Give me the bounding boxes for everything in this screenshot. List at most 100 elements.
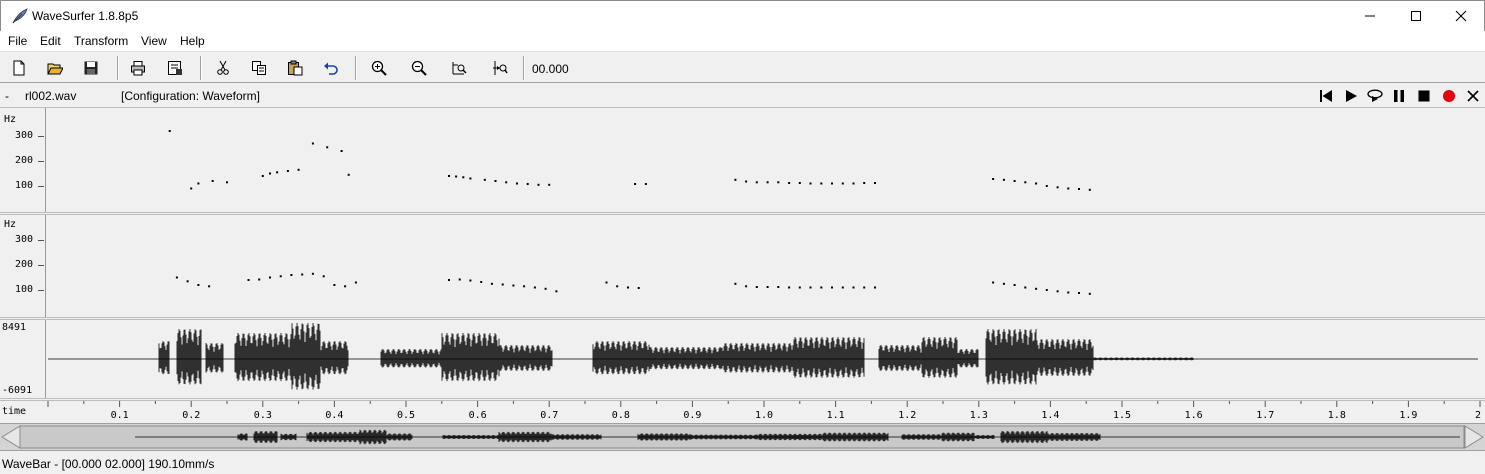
play-loop-button[interactable] <box>1365 87 1383 105</box>
open-folder-icon <box>47 63 63 75</box>
save-button[interactable] <box>80 57 102 79</box>
menu-edit[interactable]: Edit <box>40 34 61 48</box>
pitch-point <box>841 286 844 289</box>
pitch-point <box>852 286 855 289</box>
pitch-point <box>469 279 472 282</box>
pitch-point <box>745 285 748 288</box>
scroll-left-arrow-icon[interactable] <box>1 425 21 449</box>
status-text: WaveBar - [00.000 02.000] 190.10mm/s <box>2 457 215 471</box>
cut-button[interactable] <box>212 57 234 79</box>
print-button[interactable] <box>127 57 149 79</box>
pitch-point <box>863 286 866 289</box>
y-tick <box>38 161 44 162</box>
time-tick-label: 0.5 <box>397 410 416 421</box>
pause-button[interactable] <box>1390 87 1408 105</box>
loop-icon <box>1367 89 1383 102</box>
pitch-point <box>1002 178 1005 181</box>
menu-file[interactable]: File <box>8 34 27 48</box>
properties-button[interactable] <box>164 57 186 79</box>
y-tick <box>38 136 44 137</box>
pitch-point <box>992 178 995 180</box>
pitch-point <box>548 183 551 186</box>
pitch-point <box>533 286 536 289</box>
close-icon <box>1455 10 1467 22</box>
waveform-pane[interactable]: 8491 -6091 <box>0 319 1485 399</box>
zoom-in-icon <box>371 60 387 76</box>
pitch-point <box>734 178 737 181</box>
pitch-point <box>311 272 314 275</box>
pitch-tick-label: 200 <box>15 155 34 166</box>
pitch-point <box>211 180 214 182</box>
title-bar: WaveSurfer 1.8.8p5 <box>0 0 1485 31</box>
pitch-point <box>1035 287 1038 290</box>
pitch-point <box>1088 188 1091 191</box>
menu-help[interactable]: Help <box>180 34 205 48</box>
new-file-button[interactable] <box>8 57 30 79</box>
open-file-button[interactable] <box>44 57 66 79</box>
pitch-point <box>1045 185 1048 187</box>
pitch-point <box>344 285 347 288</box>
record-icon <box>1443 90 1455 102</box>
pitch-point <box>820 182 823 185</box>
close-button[interactable] <box>1438 1 1484 31</box>
pitch-point <box>1045 289 1048 291</box>
zoom-out-button[interactable] <box>408 57 430 79</box>
play-button[interactable] <box>1342 87 1360 105</box>
scroll-right-arrow-icon[interactable] <box>1464 425 1484 449</box>
pitch-point <box>480 281 483 283</box>
pitch-point <box>1013 180 1016 182</box>
time-axis[interactable]: time 0.1 0.2 0.3 0.4 0.5 0.6 0.7 0.8 0.9 1.0 1.1 1.… <box>0 400 1485 422</box>
pitch-pane-unit: Hz <box>4 114 17 125</box>
pitch-point <box>455 175 458 178</box>
pitch-point <box>820 286 823 289</box>
menu-view[interactable]: View <box>141 34 167 48</box>
close-sound-button[interactable] <box>1464 87 1482 105</box>
pitch-point <box>501 283 504 286</box>
pitch-pane-2[interactable]: Hz 300 200 100 <box>0 214 1485 318</box>
close-x-icon <box>1467 90 1479 102</box>
pitch-point <box>322 275 325 278</box>
menu-bar: File Edit Transform View Help <box>0 31 1485 51</box>
menu-transform[interactable]: Transform <box>74 34 128 48</box>
pitch-point <box>197 182 200 185</box>
zoom-to-selection-button[interactable] <box>448 57 470 79</box>
copy-icon <box>252 61 266 75</box>
pitch-point <box>1056 186 1059 189</box>
zoom-in-button[interactable] <box>368 57 390 79</box>
toolbar-separator <box>523 56 525 80</box>
time-tick-label: 1.3 <box>969 410 988 421</box>
stop-button[interactable] <box>1415 87 1433 105</box>
paste-button[interactable] <box>284 57 306 79</box>
pitch-point <box>863 182 866 184</box>
pitch-point <box>269 276 271 279</box>
pitch-point <box>197 284 200 286</box>
pitch-point <box>777 181 780 184</box>
play-from-start-button[interactable] <box>1317 87 1335 105</box>
undo-button[interactable] <box>320 57 342 79</box>
sound-filename: rl002.wav <box>25 89 77 103</box>
copy-button[interactable] <box>248 57 270 79</box>
time-tick-label: 1.0 <box>755 410 774 421</box>
pitch-point <box>276 171 279 174</box>
pitch-tick-label: 100 <box>15 284 34 295</box>
minimize-button[interactable] <box>1347 1 1393 31</box>
time-tick-label: 2 <box>1475 410 1482 421</box>
pitch-point <box>469 177 472 180</box>
pitch-point <box>992 281 995 284</box>
zoom-full-button[interactable] <box>489 57 511 79</box>
wavebar-overview[interactable] <box>0 423 1485 451</box>
pitch-point <box>627 286 629 289</box>
pitch-point <box>190 187 193 190</box>
sound-menu-dash[interactable]: - <box>5 89 9 103</box>
record-button[interactable] <box>1440 87 1458 105</box>
pitch-point <box>634 183 637 185</box>
pitch-point <box>269 172 271 175</box>
paste-clipboard-icon <box>288 60 303 76</box>
pitch-point <box>798 182 801 184</box>
pitch-pane-1[interactable]: Hz 300 200 100 <box>0 107 1485 213</box>
pitch-point <box>755 286 758 288</box>
pitch-point <box>1078 188 1080 190</box>
pitch-point <box>261 175 264 177</box>
pitch-point <box>537 183 540 186</box>
maximize-button[interactable] <box>1393 1 1439 31</box>
